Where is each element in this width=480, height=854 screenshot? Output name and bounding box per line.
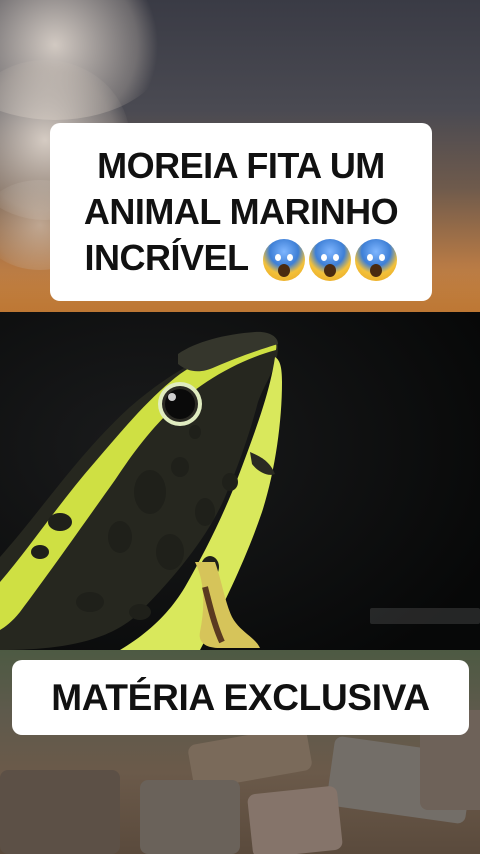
screaming-face-icon [263,239,306,282]
banner-text: MATÉRIA EXCLUSIVA [51,676,430,718]
headline-text: MOREIA FITA UM ANIMAL MARINHO INCRÍVEL [83,143,399,282]
headline-line-3-text: INCRÍVEL [84,236,249,278]
headline-line-2: ANIMAL MARINHO [83,190,399,232]
watermark [370,608,480,624]
screaming-face-icon [309,239,352,282]
rock [246,785,344,854]
headline-card: MOREIA FITA UM ANIMAL MARINHO INCRÍVEL [50,123,432,301]
screaming-face-icon [355,239,398,282]
rock [0,770,120,854]
frog-illustration [0,312,480,650]
headline-line-1: MOREIA FITA UM [97,144,385,186]
headline-line-3: INCRÍVEL [84,235,398,282]
frog-image [0,312,480,650]
emoji-row [263,239,398,282]
exclusive-banner: MATÉRIA EXCLUSIVA [12,660,469,735]
rock [140,780,240,854]
